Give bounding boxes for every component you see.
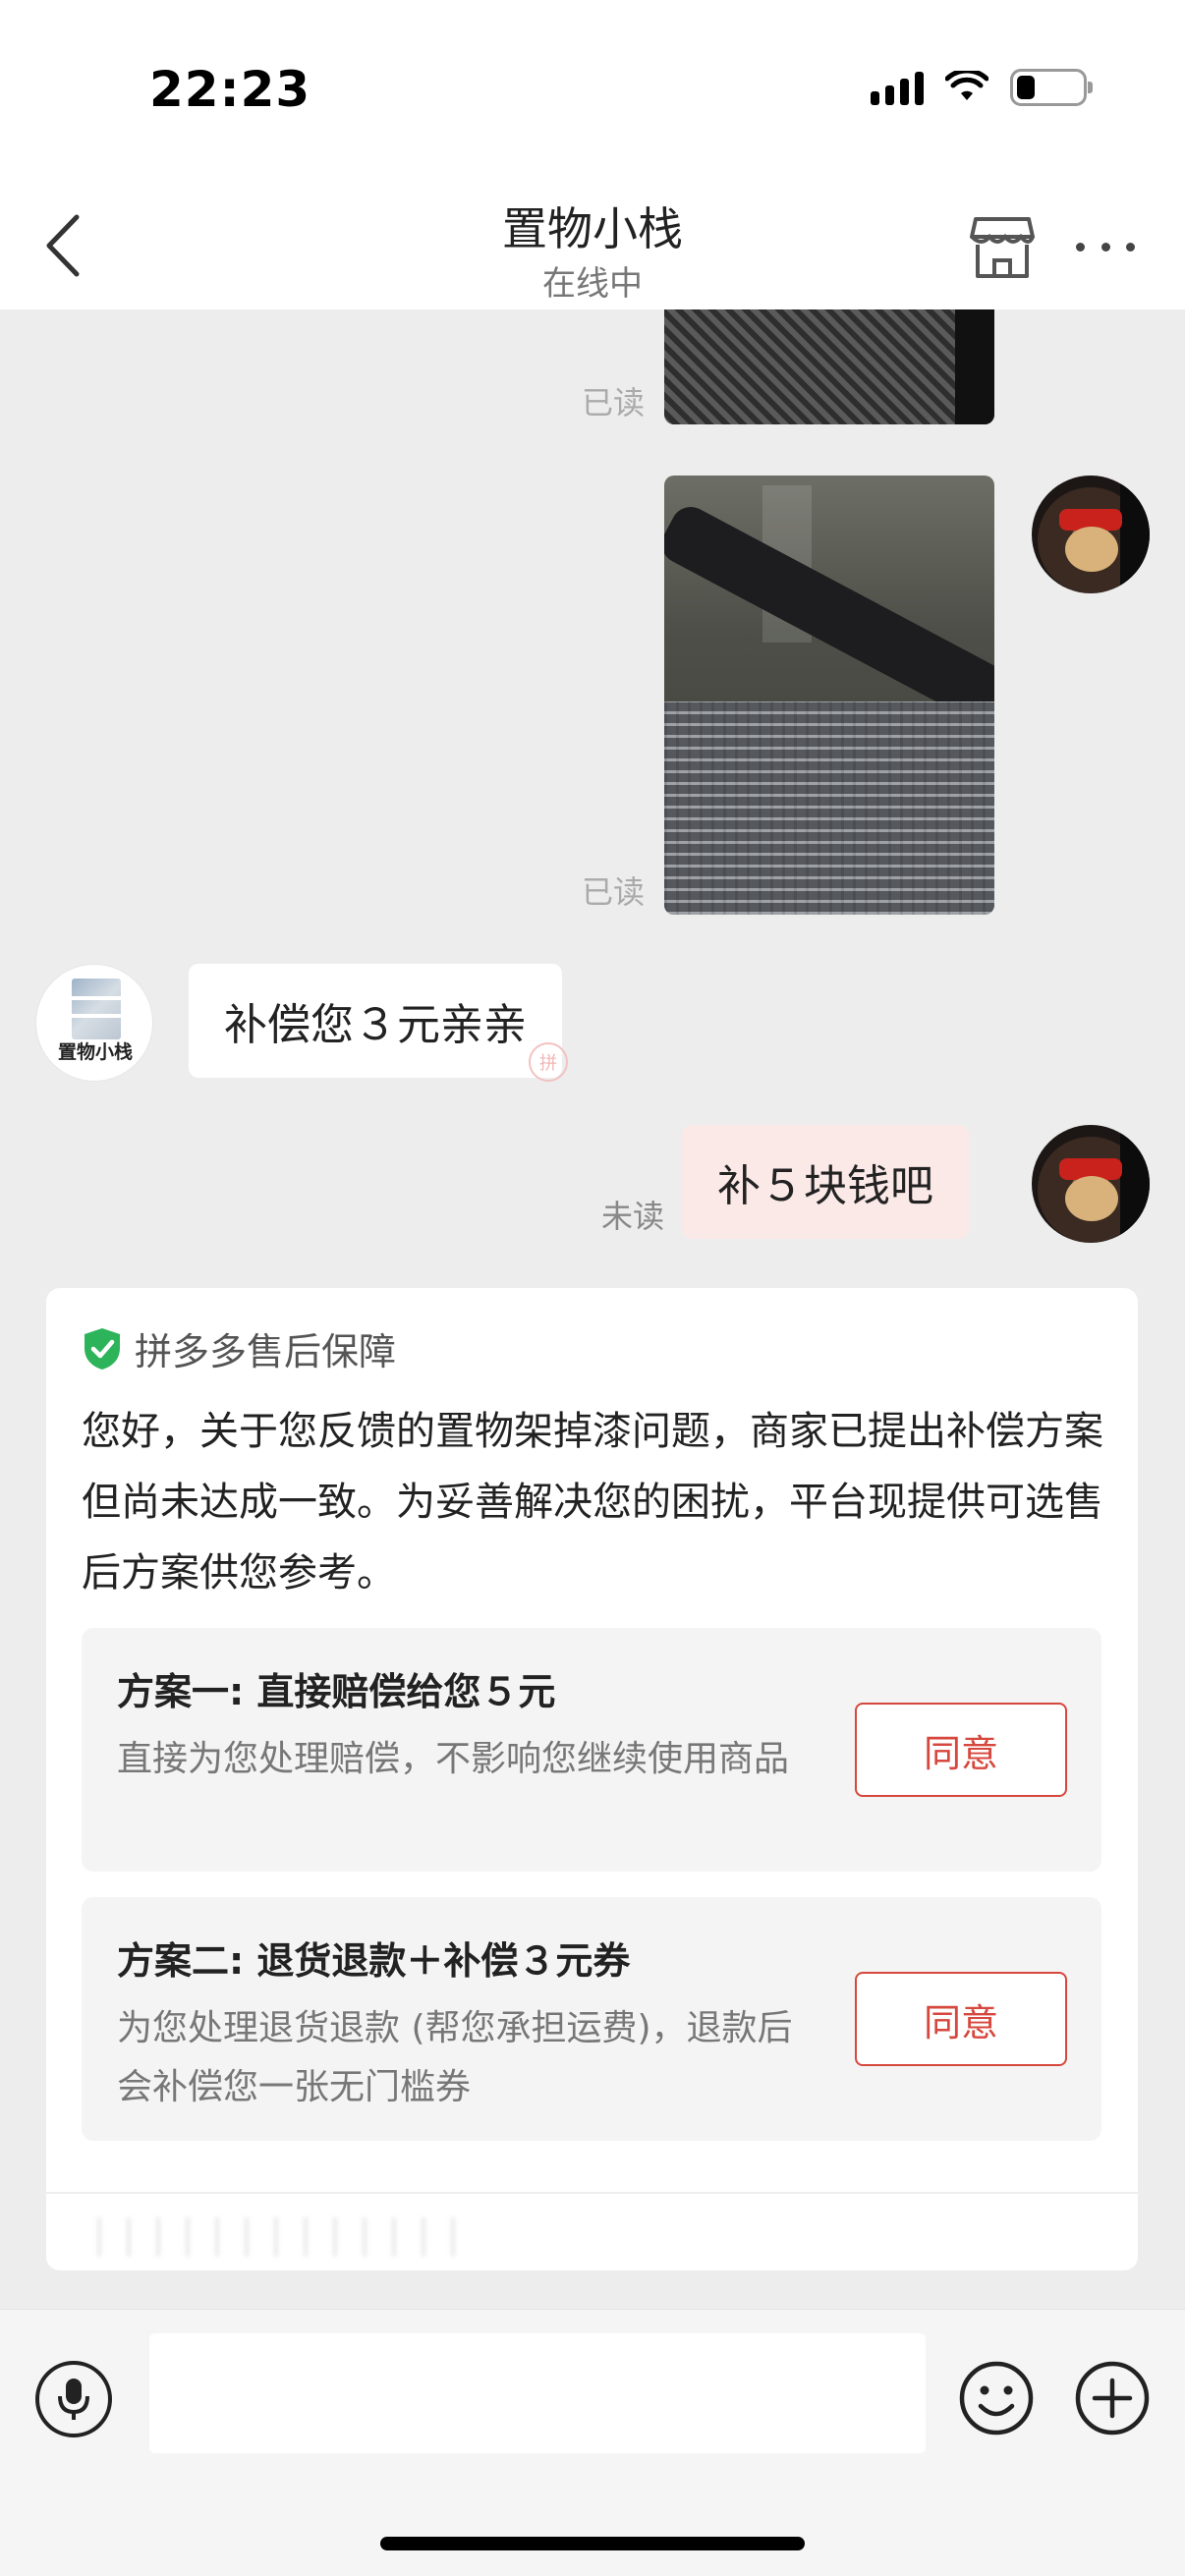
wifi-icon <box>945 71 988 100</box>
card-footer-blurred <box>84 2217 477 2257</box>
home-indicator[interactable] <box>380 2537 805 2550</box>
option-return-refund: 方案二: 退货退款＋补偿３元券 为您处理退货退款 (帮您承担运费)，退款后会补偿… <box>82 1897 1101 2141</box>
emoji-icon[interactable] <box>957 2359 1036 2437</box>
status-bar: 22:23 <box>0 0 1185 172</box>
option-description: 为您处理退货退款 (帮您承担运费)，退款后会补偿您一张无门槛券 <box>117 2008 793 2107</box>
card-divider <box>46 2192 1138 2194</box>
more-icon[interactable] <box>1076 237 1135 256</box>
message-text: 补５块钱吧 <box>717 1161 933 1211</box>
read-status: 已读 <box>582 384 646 421</box>
message-text: 补偿您３元亲亲 <box>224 1000 527 1050</box>
option-title: 方案一: 直接赔偿给您５元 <box>117 1670 556 1713</box>
user-avatar[interactable] <box>1032 476 1150 593</box>
read-status: 已读 <box>582 873 646 911</box>
message-bubble-received[interactable]: 补偿您３元亲亲 拼 <box>189 964 568 1082</box>
message-image[interactable] <box>664 309 994 424</box>
chat-message-list[interactable]: 已读 已读 置物小栈 补偿您３元亲亲 拼 未读 补５块钱吧 拼多多售后保障 您好… <box>0 309 1185 2309</box>
shop-avatar-label: 置物小栈 <box>57 1041 133 1063</box>
agree-button[interactable]: 同意 <box>855 1972 1067 2066</box>
plus-icon[interactable] <box>1073 2359 1152 2437</box>
shop-avatar[interactable]: 置物小栈 <box>35 964 153 1082</box>
battery-icon <box>1010 69 1093 106</box>
message-input[interactable] <box>149 2333 926 2453</box>
user-avatar[interactable] <box>1032 1125 1150 1243</box>
card-header: 拼多多售后保障 <box>82 1321 396 1375</box>
shield-check-icon <box>85 1327 120 1370</box>
pinduoduo-mark-icon: 拼 <box>529 1042 568 1082</box>
card-body-text: 您好，关于您反馈的置物架掉漆问题，商家已提出补偿方案但尚未达成一致。为妥善解决您… <box>82 1409 1103 1596</box>
nav-bar: 置物小栈 在线中 <box>0 172 1185 309</box>
message-image[interactable] <box>664 476 994 915</box>
unread-status: 未读 <box>601 1198 665 1235</box>
status-time: 22:23 <box>149 61 311 118</box>
option-direct-compensation: 方案一: 直接赔偿给您５元 直接为您处理赔偿，不影响您继续使用商品 同意 <box>82 1628 1101 1872</box>
store-icon[interactable] <box>968 215 1037 280</box>
option-title: 方案二: 退货退款＋补偿３元券 <box>117 1939 631 1983</box>
agree-button[interactable]: 同意 <box>855 1703 1067 1797</box>
status-icons <box>871 69 1093 106</box>
message-bubble-sent[interactable]: 补５块钱吧 <box>682 1125 969 1239</box>
cellular-signal-icon <box>871 70 924 105</box>
chat-screen: 22:23 置物小栈 在线中 已读 已读 置物小栈 补偿您３元亲亲 拼 未读 补… <box>0 0 1185 2576</box>
after-sales-card: 拼多多售后保障 您好，关于您反馈的置物架掉漆问题，商家已提出补偿方案但尚未达成一… <box>46 1288 1138 2270</box>
card-header-title: 拼多多售后保障 <box>135 1330 397 1373</box>
option-description: 直接为您处理赔偿，不影响您继续使用商品 <box>117 1739 790 1779</box>
microphone-icon[interactable] <box>35 2361 112 2437</box>
